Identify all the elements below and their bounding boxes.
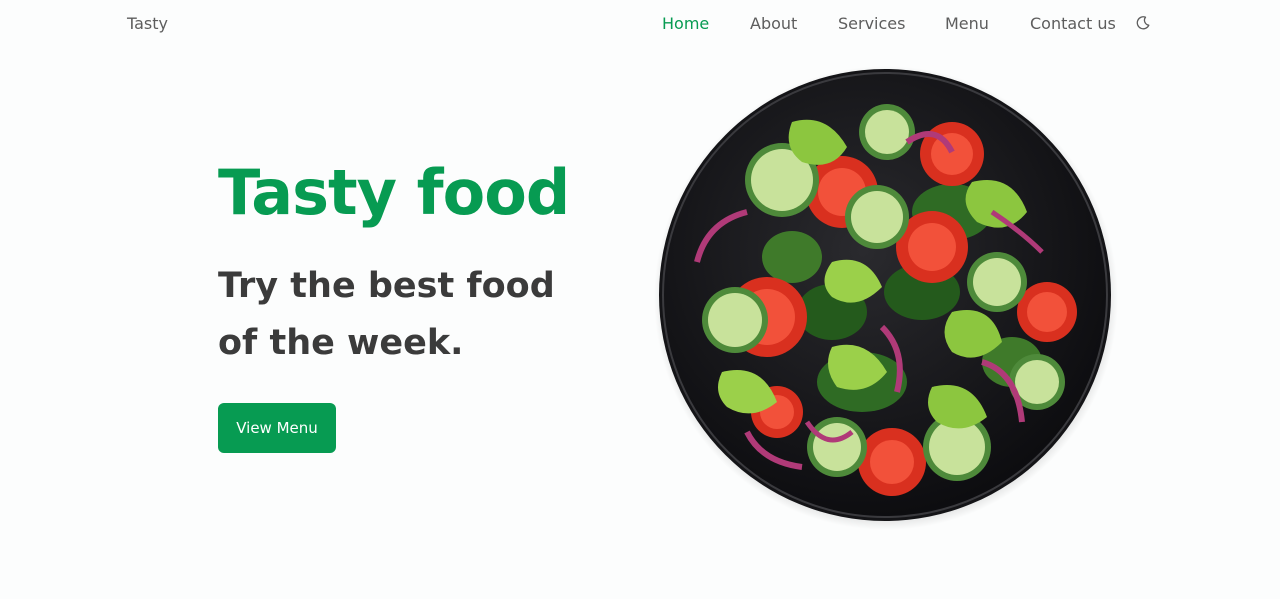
nav-home-link[interactable]: Home: [662, 14, 709, 33]
view-menu-button[interactable]: View Menu: [218, 403, 336, 453]
nav-menu-link[interactable]: Menu: [945, 14, 989, 33]
site-header: Tasty Home About Services Menu Contact u…: [0, 0, 1280, 50]
nav-contact-link[interactable]: Contact us: [1030, 14, 1116, 33]
main-nav: Home About Services Menu Contact us: [0, 14, 1280, 38]
moon-icon[interactable]: [1135, 15, 1151, 31]
nav-about-link[interactable]: About: [750, 14, 797, 33]
hero-title: Tasty food: [218, 156, 570, 229]
nav-services-link[interactable]: Services: [838, 14, 905, 33]
hero-subtitle: Try the best food of the week.: [218, 266, 555, 363]
salad-plate-image: [652, 62, 1122, 532]
